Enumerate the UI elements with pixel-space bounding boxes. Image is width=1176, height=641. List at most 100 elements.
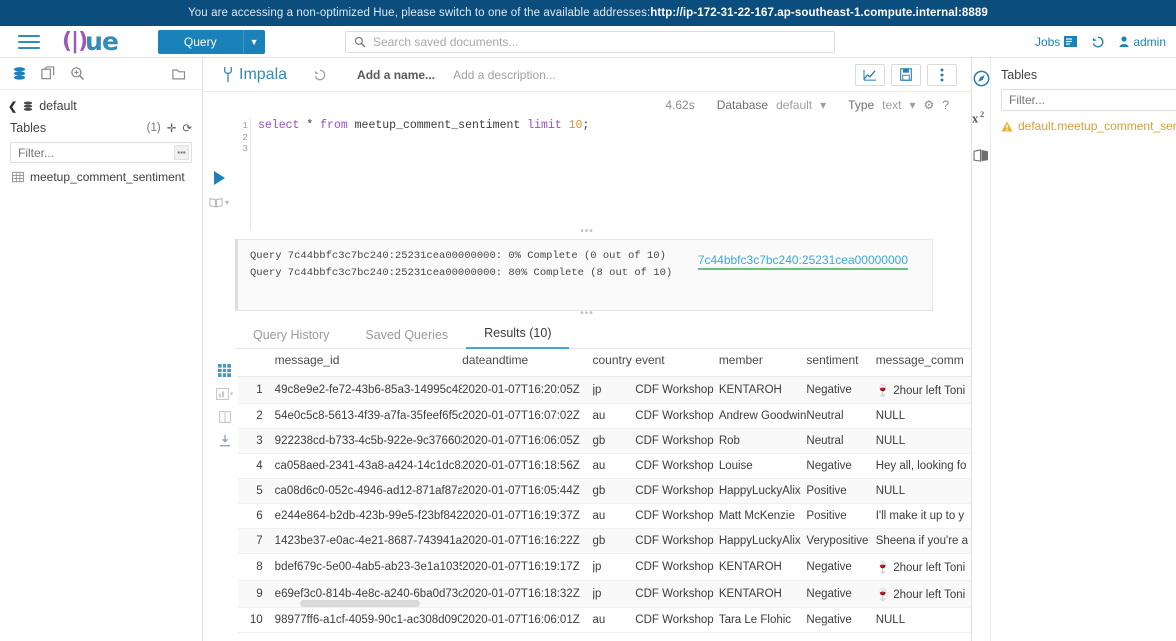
cell-dateandtime: 2020-01-07T16:07:02Z <box>462 403 593 429</box>
sql-line-3 <box>258 143 589 155</box>
cell-sentiment: Negative <box>806 376 876 404</box>
line-number-gutter: 1 2 3 <box>235 118 251 229</box>
cell-member: KENTAROH <box>718 580 807 608</box>
right-filter-input[interactable] <box>1002 93 1176 107</box>
database-name: default <box>39 99 77 113</box>
functions-icon[interactable]: x 2 <box>972 110 990 129</box>
cell-message-comment: 🍷 2hour left Toni <box>875 553 971 581</box>
column-header-member[interactable]: member <box>718 353 807 377</box>
line-number: 1 <box>242 120 248 131</box>
help-icon[interactable]: ? <box>942 98 949 112</box>
table-row[interactable]: 4 ca058aed-2341-43a8-a424-14c1dc824c1e 2… <box>238 453 971 479</box>
table-row[interactable]: 8 bdef679c-5e00-4ab5-ab23-3e1a10357b70 2… <box>238 553 971 581</box>
jobs-label: Jobs <box>1034 34 1061 49</box>
cell-sentiment: Neutral <box>806 428 876 454</box>
database-value[interactable]: default <box>776 98 812 112</box>
table-row[interactable]: 5 ca08d6c0-052c-4946-ad12-871af87aaafb 2… <box>238 478 971 504</box>
columns-icon[interactable] <box>218 411 231 423</box>
table-row[interactable]: 6 e244e864-b2db-423b-99e5-f23bf8422fc2 2… <box>238 503 971 529</box>
sql-code-editor[interactable]: 1 2 3 select * from meetup_comment_senti… <box>235 114 971 229</box>
search-plus-icon[interactable] <box>70 66 85 81</box>
log-resize-handle-top[interactable]: ••• <box>203 227 971 239</box>
explain-icon[interactable]: ▾ <box>209 197 229 208</box>
column-header-country[interactable]: country <box>592 353 636 377</box>
database-breadcrumb[interactable]: ❮ default <box>0 90 202 119</box>
type-caret-icon[interactable]: ▾ <box>910 98 916 112</box>
table-list-item[interactable]: meetup_comment_sentiment <box>0 163 202 187</box>
execute-button[interactable] <box>213 171 225 185</box>
database-icon[interactable] <box>12 66 27 82</box>
open-folder-icon[interactable] <box>172 67 188 81</box>
cell-dateandtime: 2020-01-07T16:19:37Z <box>462 503 593 529</box>
column-header-event[interactable]: event <box>635 353 719 377</box>
svg-text:2: 2 <box>980 110 984 119</box>
back-chevron-icon[interactable]: ❮ <box>8 100 17 113</box>
execute-column: ▾ <box>203 114 235 229</box>
tab-saved-queries[interactable]: Saved Queries <box>347 328 466 349</box>
query-dropdown-caret[interactable]: ▼ <box>242 29 265 54</box>
right-table-entry[interactable]: default.meetup_comment_sentimen <box>1001 119 1176 133</box>
assistant-icon[interactable] <box>973 70 990 90</box>
filter-options-icon[interactable]: ▪▪▪ <box>174 145 189 160</box>
cell-member: Rob <box>718 428 807 454</box>
type-label: Type <box>848 98 875 112</box>
tables-label: Tables <box>10 121 47 135</box>
search-input[interactable] <box>373 34 826 49</box>
cell-event: CDF Workshop <box>635 376 719 404</box>
chart-view-icon[interactable]: ▾ <box>215 388 233 400</box>
results-table-scroll[interactable]: message_id dateandtime country event mem… <box>238 353 971 641</box>
engine-label: Impala <box>239 65 288 83</box>
column-header-message-id[interactable]: message_id <box>274 353 463 377</box>
column-header-index[interactable] <box>238 353 275 377</box>
table-row[interactable]: 7 1423be37-e0ac-4e21-8687-743941a2ee44 2… <box>238 528 971 554</box>
search-documents-box[interactable] <box>345 30 835 53</box>
database-caret-icon[interactable]: ▾ <box>820 98 826 112</box>
tables-filter-input[interactable] <box>11 145 191 160</box>
engine-selector[interactable]: Impala <box>223 66 287 84</box>
more-vertical-icon[interactable] <box>927 63 957 86</box>
tab-query-history[interactable]: Query History <box>235 328 347 349</box>
table-row[interactable]: 3 922238cd-b733-4c5b-922e-9c376608a725 2… <box>238 428 971 454</box>
editor-history-icon[interactable] <box>313 68 327 82</box>
download-icon[interactable] <box>219 434 231 447</box>
jobs-link[interactable]: Jobs <box>1034 34 1078 49</box>
query-id-link[interactable]: 7c44bbfc3c7bc240:25231cea00000000 <box>697 253 908 270</box>
hamburger-icon[interactable] <box>18 31 40 53</box>
right-filter-box[interactable] <box>1001 89 1176 111</box>
refresh-icon[interactable]: ⟳ <box>182 121 192 135</box>
sql-code-lines[interactable]: select * from meetup_comment_sentiment l… <box>251 118 589 229</box>
notification-address[interactable]: http://ip-172-31-22-167.ap-southeast-1.c… <box>650 7 988 19</box>
query-button[interactable]: Query <box>157 29 243 54</box>
column-header-message-comment[interactable]: message_comm <box>875 353 971 377</box>
column-header-sentiment[interactable]: sentiment <box>806 353 876 377</box>
hue-logo[interactable]: (|) ue <box>62 27 119 56</box>
documents-icon[interactable] <box>41 66 56 81</box>
warning-icon <box>1001 121 1013 131</box>
add-icon[interactable]: ✛ <box>167 121 177 135</box>
tables-filter-box[interactable]: ▪▪▪ <box>10 142 192 163</box>
user-label: admin <box>1133 34 1166 49</box>
cell-message-comment: NULL <box>875 607 971 633</box>
column-header-dateandtime[interactable]: dateandtime <box>462 353 593 377</box>
table-row[interactable]: 2 54e0c5c8-5613-4f39-a7fa-35feef6f5ced 2… <box>238 403 971 429</box>
editor-header-buttons <box>855 63 957 86</box>
gear-icon[interactable]: ⚙ <box>924 98 935 112</box>
table-name: meetup_comment_sentiment <box>30 170 185 184</box>
history-icon[interactable] <box>1091 35 1105 49</box>
grid-view-icon[interactable] <box>218 364 231 377</box>
add-description-field[interactable]: Add a description... <box>453 68 556 82</box>
sql-keyword-select: select <box>258 119 300 132</box>
documentation-icon[interactable] <box>973 149 989 166</box>
horizontal-scrollbar[interactable] <box>300 600 420 607</box>
chart-icon[interactable] <box>855 63 885 86</box>
table-row[interactable]: 10 98977ff6-a1cf-4059-90c1-ac308d0909e4 … <box>238 607 971 633</box>
table-row[interactable]: 1 49c8e9e2-fe72-43b6-85a3-14995c4816ed 2… <box>238 376 971 404</box>
cell-member: HappyLuckyAlix <box>718 528 807 554</box>
save-icon[interactable] <box>891 63 921 86</box>
user-menu[interactable]: admin <box>1119 35 1166 49</box>
type-value[interactable]: text <box>882 98 901 112</box>
tab-results[interactable]: Results (10) <box>466 326 570 349</box>
log-line: Query 7c44bbfc3c7bc240:25231cea00000000:… <box>250 250 666 262</box>
add-name-field[interactable]: Add a name... <box>357 68 435 82</box>
log-resize-handle-bottom[interactable]: ••• <box>203 309 971 321</box>
